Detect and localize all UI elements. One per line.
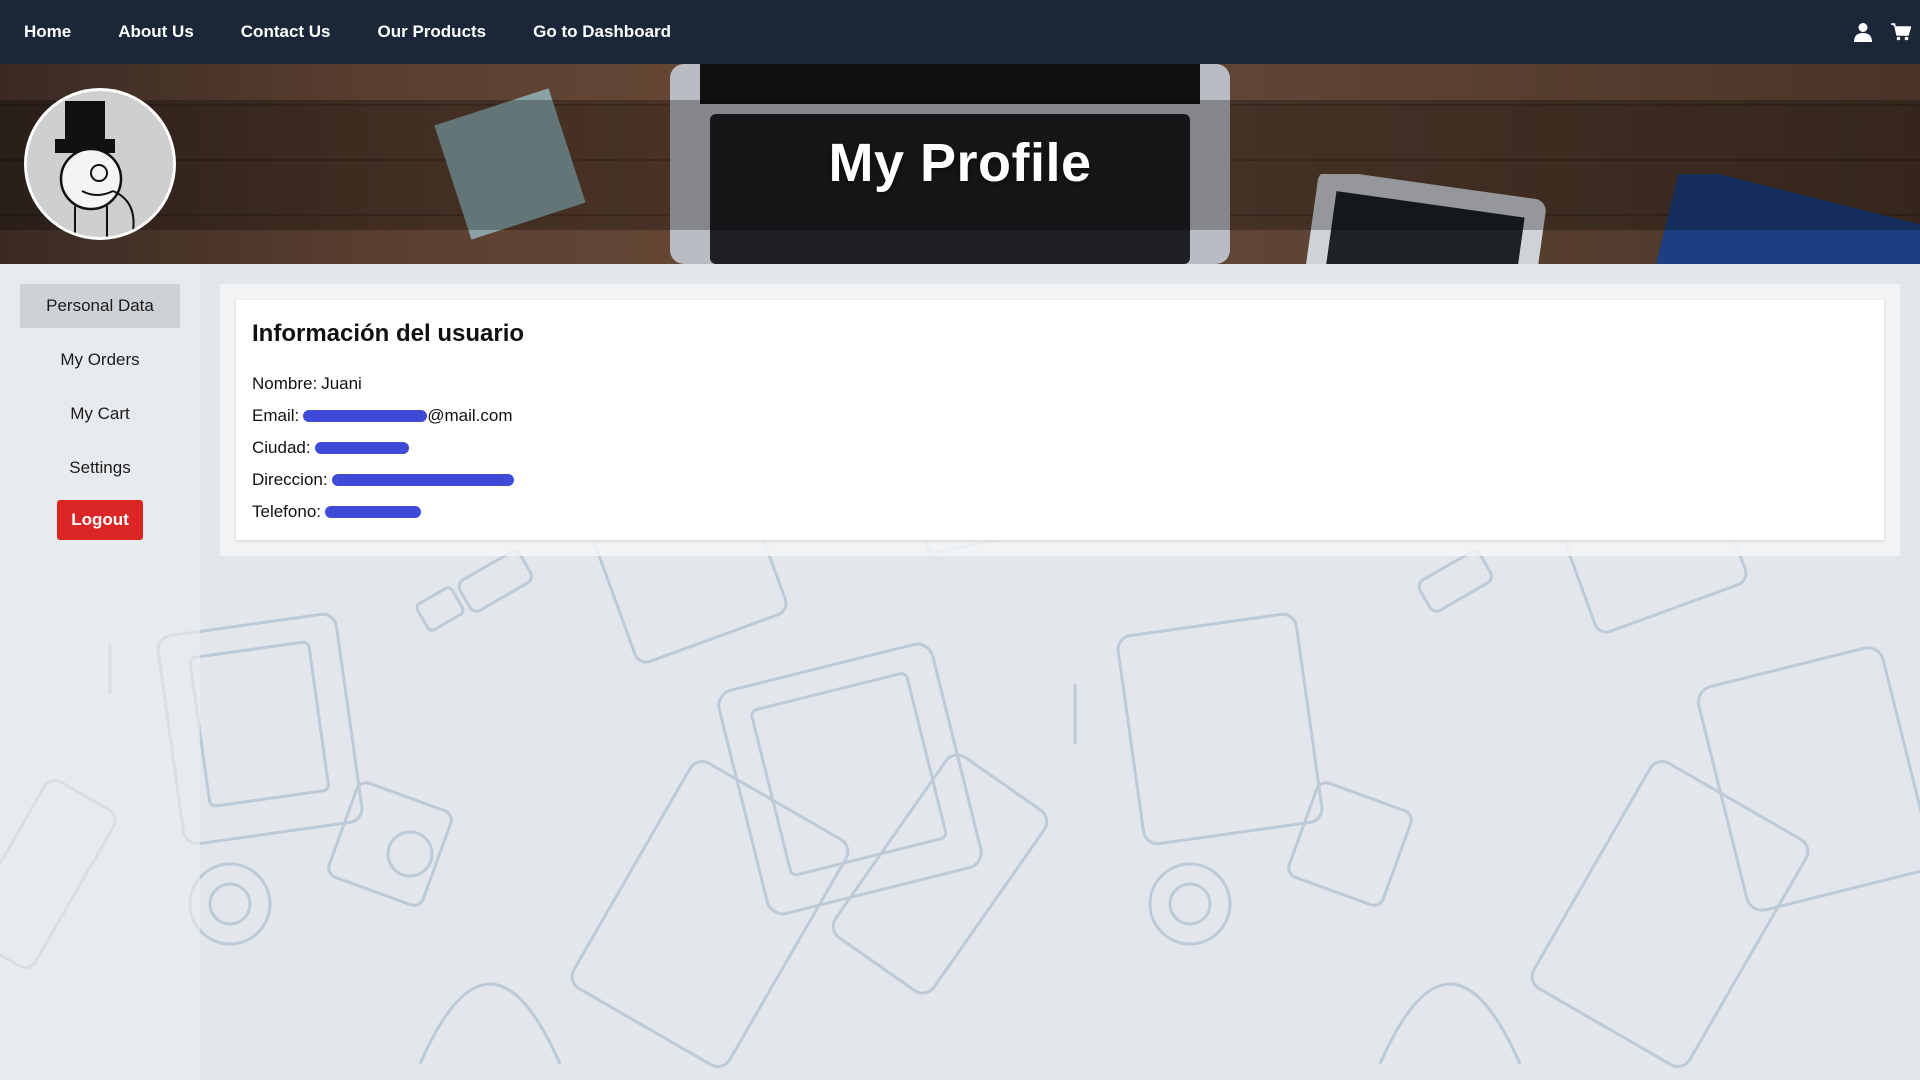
nav-links: Home About Us Contact Us Our Products Go… (0, 0, 718, 64)
email-row: Email: @mail.com (252, 400, 1868, 432)
user-icon[interactable] (1852, 21, 1874, 43)
ciudad-label: Ciudad: (252, 438, 311, 457)
nombre-value: Juani (321, 374, 362, 393)
email-label: Email: (252, 406, 300, 425)
user-info-title: Información del usuario (252, 320, 525, 347)
telefono-redaction (325, 506, 421, 518)
nav-link-about-us[interactable]: About Us (118, 22, 194, 42)
sidebar-item-my-orders[interactable]: My Orders (20, 338, 180, 382)
ciudad-row: Ciudad: (252, 432, 1868, 464)
nombre-label: Nombre: (252, 374, 318, 393)
nav-icons (1852, 0, 1912, 64)
telefono-row: Telefono: (252, 496, 1868, 528)
sidebar-item-my-cart[interactable]: My Cart (20, 392, 180, 436)
email-suffix: @mail.com (427, 406, 513, 425)
user-info-card: Información del usuario Nombre: Juani Em… (236, 300, 1884, 540)
nav-link-contact-us[interactable]: Contact Us (241, 22, 331, 42)
sidebar-item-settings[interactable]: Settings (20, 446, 180, 490)
direccion-label: Direccion: (252, 470, 328, 489)
profile-banner: My Profile (0, 64, 1920, 264)
email-redaction (303, 410, 428, 422)
avatar (24, 88, 176, 240)
ciudad-redaction (314, 442, 409, 454)
cart-icon[interactable] (1890, 21, 1912, 43)
direccion-redaction (331, 474, 514, 486)
sidebar-item-personal-data[interactable]: Personal Data (20, 284, 180, 328)
nav-link-go-to-dashboard[interactable]: Go to Dashboard (533, 22, 671, 42)
nav-link-home[interactable]: Home (24, 22, 71, 42)
profile-sidebar: Personal Data My Orders My Cart Settings… (0, 264, 200, 1080)
telefono-label: Telefono: (252, 502, 321, 521)
nav-link-our-products[interactable]: Our Products (378, 22, 487, 42)
nombre-row: Nombre: Juani (252, 368, 1868, 400)
logout-button[interactable]: Logout (57, 500, 143, 540)
top-navbar: Home About Us Contact Us Our Products Go… (0, 0, 1920, 64)
page-title: My Profile (828, 133, 1092, 193)
direccion-row: Direccion: (252, 464, 1868, 496)
main-content: Información del usuario Nombre: Juani Em… (220, 284, 1900, 556)
